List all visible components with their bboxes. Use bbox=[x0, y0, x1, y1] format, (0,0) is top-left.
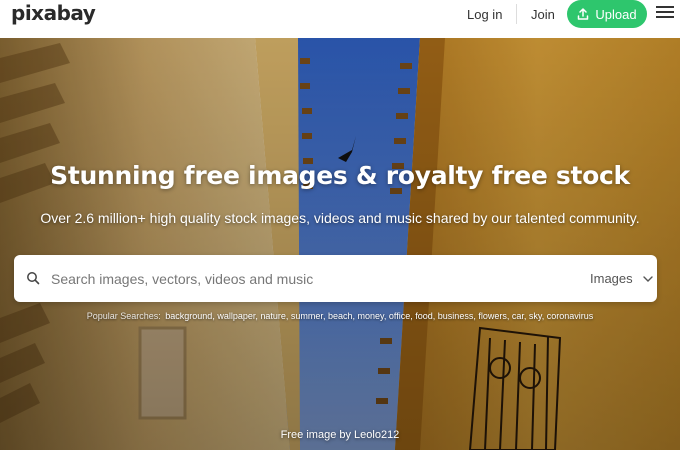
hamburger-menu-icon[interactable] bbox=[656, 4, 674, 20]
popular-search-term[interactable]: beach bbox=[328, 311, 353, 321]
popular-search-term[interactable]: sky bbox=[529, 311, 542, 321]
search-bar: Images bbox=[14, 255, 657, 302]
popular-searches: Popular Searches: background, wallpaper,… bbox=[0, 311, 680, 321]
popular-search-term[interactable]: nature bbox=[260, 311, 286, 321]
popular-search-term[interactable]: office bbox=[389, 311, 410, 321]
hero-background-image bbox=[0, 38, 680, 450]
upload-label: Upload bbox=[595, 6, 637, 22]
site-header: pixabay Log in Join Upload bbox=[0, 0, 680, 38]
popular-search-term[interactable]: background bbox=[165, 311, 212, 321]
join-link[interactable]: Join bbox=[531, 7, 555, 22]
popular-search-term[interactable]: flowers bbox=[478, 311, 507, 321]
search-input[interactable] bbox=[51, 255, 581, 302]
popular-search-term[interactable]: money bbox=[358, 311, 384, 321]
login-link[interactable]: Log in bbox=[467, 7, 502, 22]
upload-button[interactable]: Upload bbox=[567, 0, 647, 28]
popular-search-term[interactable]: food bbox=[415, 311, 433, 321]
hero-section: Stunning free images & royalty free stoc… bbox=[0, 38, 680, 450]
chevron-down-icon bbox=[642, 275, 653, 282]
image-credit[interactable]: Free image by Leolo212 bbox=[0, 429, 680, 441]
popular-search-term[interactable]: wallpaper bbox=[217, 311, 255, 321]
popular-search-term[interactable]: coronavirus bbox=[547, 311, 594, 321]
hero-title: Stunning free images & royalty free stoc… bbox=[50, 161, 630, 190]
popular-searches-label: Popular Searches: bbox=[86, 311, 161, 321]
search-icon[interactable] bbox=[26, 271, 40, 285]
upload-icon bbox=[578, 8, 589, 20]
nav-divider bbox=[516, 4, 517, 24]
popular-search-terms: background, wallpaper, nature, summer, b… bbox=[165, 311, 593, 321]
popular-search-term[interactable]: car bbox=[512, 311, 524, 321]
media-type-label: Images bbox=[590, 271, 633, 286]
popular-search-term[interactable]: business bbox=[438, 311, 474, 321]
media-type-select[interactable]: Images bbox=[590, 255, 657, 302]
popular-search-term[interactable]: summer bbox=[291, 311, 323, 321]
hero-subtitle: Over 2.6 million+ high quality stock ima… bbox=[40, 210, 640, 226]
pixabay-logo[interactable]: pixabay bbox=[11, 1, 96, 25]
